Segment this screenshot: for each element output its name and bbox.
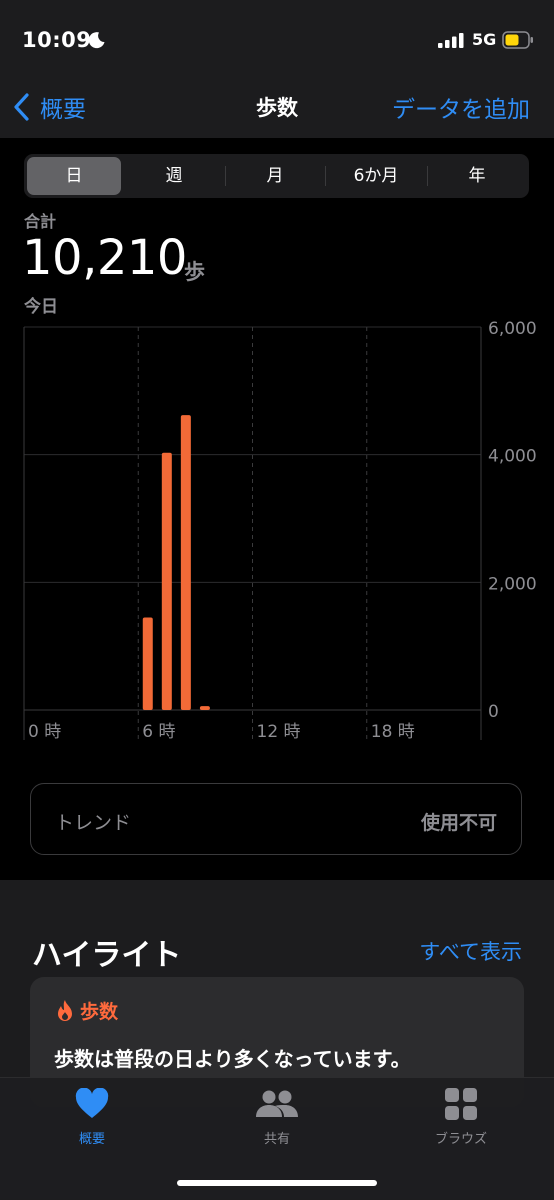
x-tick-label: 18 時 <box>371 722 415 742</box>
segment-month[interactable]: 月 <box>226 157 324 195</box>
trend-label: トレンド <box>55 812 132 834</box>
segment-week[interactable]: 週 <box>124 157 224 195</box>
signal-icon <box>438 33 464 48</box>
highlight-category-label: 歩数 <box>80 1001 119 1023</box>
y-tick-label: 4,000 <box>488 447 537 467</box>
tab-sharing[interactable]: 共有 <box>217 1088 337 1147</box>
segment-6months[interactable]: 6か月 <box>326 157 426 195</box>
moon-icon <box>88 32 105 49</box>
people-icon <box>256 1090 298 1117</box>
add-data-button[interactable]: データを追加 <box>392 90 530 124</box>
status-time: 10:09 <box>22 28 92 52</box>
y-tick-label: 2,000 <box>488 574 537 594</box>
x-tick-label: 0 時 <box>28 722 61 742</box>
tab-summary-label: 概要 <box>78 1132 105 1147</box>
tab-browse-label: ブラウズ <box>434 1132 487 1147</box>
total-steps-value: 10,210 <box>22 230 187 286</box>
chart-bar <box>161 452 172 710</box>
nav-bar: 概要 歩数 データを追加 <box>0 80 554 138</box>
highlights-title: ハイライト <box>32 938 182 973</box>
steps-unit: 歩 <box>184 260 205 284</box>
chart-bar <box>180 415 191 710</box>
home-indicator <box>177 1180 377 1186</box>
total-label: 合計 <box>24 212 57 231</box>
grid-icon <box>445 1088 477 1120</box>
trend-card[interactable]: トレンド 使用不可 <box>30 783 522 855</box>
see-all-link[interactable]: すべて表示 <box>419 936 522 966</box>
segment-day[interactable]: 日 <box>27 157 121 195</box>
steps-bar-chart[interactable]: 0 2,000 4,000 6,000 0 時 6 時 12 時 18 時 <box>0 315 554 745</box>
tab-summary[interactable]: 概要 <box>32 1087 152 1147</box>
tab-browse[interactable]: ブラウズ <box>401 1088 521 1147</box>
flame-icon <box>58 999 72 1021</box>
segment-year[interactable]: 年 <box>428 157 526 195</box>
y-tick-label: 6,000 <box>488 319 537 339</box>
x-tick-label: 12 時 <box>257 722 301 742</box>
x-tick-label: 6 時 <box>142 722 175 742</box>
highlight-text: 歩数は普段の日より多くなっています。 <box>54 1047 411 1071</box>
trend-value: 使用不可 <box>420 812 497 834</box>
highlight-category: 歩数 <box>54 997 118 1024</box>
period-segmented-control: 日 週 月 6か月 年 <box>24 154 529 198</box>
network-label: 5G <box>472 30 497 49</box>
battery-icon <box>502 31 533 49</box>
date-label: 今日 <box>24 297 58 317</box>
y-tick-label: 0 <box>488 702 499 722</box>
chart-bar <box>199 706 210 710</box>
tab-sharing-label: 共有 <box>263 1132 290 1147</box>
heart-icon <box>75 1087 109 1118</box>
status-bar: 10:09 5G <box>0 0 554 80</box>
chart-bar <box>142 617 153 710</box>
